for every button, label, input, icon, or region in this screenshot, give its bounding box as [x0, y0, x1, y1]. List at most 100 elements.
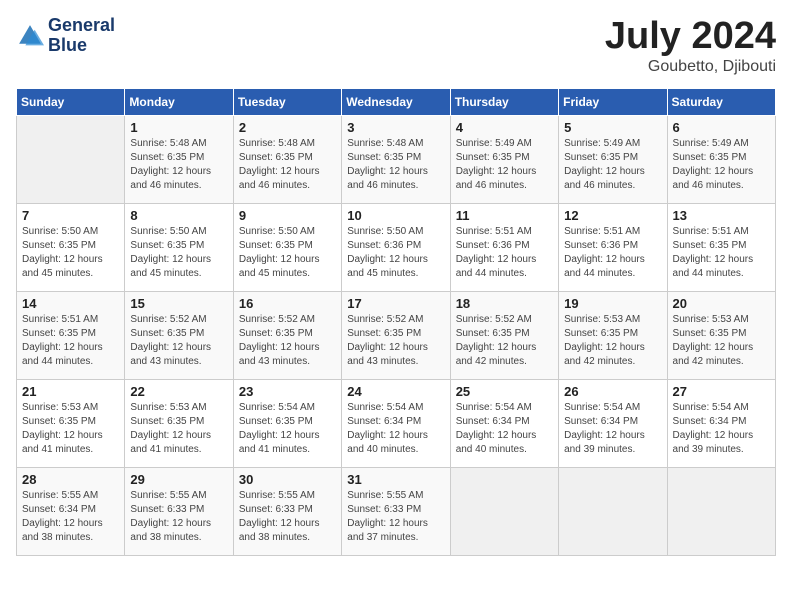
logo-text: General Blue	[48, 16, 115, 56]
day-number: 29	[130, 472, 227, 487]
calendar-cell: 9Sunrise: 5:50 AM Sunset: 6:35 PM Daylig…	[233, 203, 341, 291]
calendar-cell: 26 Sunrise: 5:54 AM Sunset: 6:34 PM Dayli…	[559, 379, 667, 467]
calendar-cell: 3Sunrise: 5:48 AM Sunset: 6:35 PM Daylig…	[342, 115, 450, 203]
calendar-cell: 14 Sunrise: 5:51 AM Sunset: 6:35 PM Dayli…	[17, 291, 125, 379]
weekday-header: Wednesday	[342, 88, 450, 115]
logo-icon	[16, 22, 44, 50]
weekday-header: Saturday	[667, 88, 775, 115]
calendar-table: SundayMondayTuesdayWednesdayThursdayFrid…	[16, 88, 776, 556]
day-info: Sunrise: 5:48 AM Sunset: 6:35 PM Dayligh…	[130, 137, 227, 193]
day-info: Sunrise: 5:54 AM Sunset: 6:34 PM Dayligh…	[456, 401, 553, 457]
day-number: 20	[673, 296, 770, 311]
day-number: 22	[130, 384, 227, 399]
weekday-header: Sunday	[17, 88, 125, 115]
day-number: 21	[22, 384, 119, 399]
day-number: 18	[456, 296, 553, 311]
day-info: Sunrise: 5:49 AM Sunset: 6:35 PM Dayligh…	[673, 137, 770, 193]
logo: General Blue	[16, 16, 115, 56]
calendar-cell	[450, 467, 558, 555]
calendar-cell: 25 Sunrise: 5:54 AM Sunset: 6:34 PM Dayli…	[450, 379, 558, 467]
calendar-cell: 4 Sunrise: 5:49 AM Sunset: 6:35 PM Daylig…	[450, 115, 558, 203]
day-info: Sunrise: 5:49 AM Sunset: 6:35 PM Dayligh…	[564, 137, 661, 193]
day-number: 12	[564, 208, 661, 223]
day-info: Sunrise: 5:53 AM Sunset: 6:35 PM Dayligh…	[130, 401, 227, 457]
day-info: Sunrise: 5:48 AM Sunset: 6:35 PM Dayligh…	[347, 137, 444, 193]
title-block: July 2024 Goubetto, Djibouti	[605, 16, 776, 76]
calendar-week-row: 28 Sunrise: 5:55 AM Sunset: 6:34 PM Dayli…	[17, 467, 776, 555]
calendar-cell: 6 Sunrise: 5:49 AM Sunset: 6:35 PM Daylig…	[667, 115, 775, 203]
calendar-cell	[17, 115, 125, 203]
day-info: Sunrise: 5:55 AM Sunset: 6:34 PM Dayligh…	[22, 489, 119, 545]
day-info: Sunrise: 5:54 AM Sunset: 6:34 PM Dayligh…	[673, 401, 770, 457]
month-title: July 2024	[605, 16, 776, 58]
day-number: 24	[347, 384, 444, 399]
day-info: Sunrise: 5:50 AM Sunset: 6:35 PM Dayligh…	[130, 225, 227, 281]
day-number: 31	[347, 472, 444, 487]
calendar-cell: 19 Sunrise: 5:53 AM Sunset: 6:35 PM Dayli…	[559, 291, 667, 379]
weekday-header: Tuesday	[233, 88, 341, 115]
calendar-cell: 7Sunrise: 5:50 AM Sunset: 6:35 PM Daylig…	[17, 203, 125, 291]
calendar-cell: 20 Sunrise: 5:53 AM Sunset: 6:35 PM Dayli…	[667, 291, 775, 379]
weekday-header: Thursday	[450, 88, 558, 115]
day-number: 6	[673, 120, 770, 135]
day-number: 11	[456, 208, 553, 223]
day-info: Sunrise: 5:54 AM Sunset: 6:34 PM Dayligh…	[564, 401, 661, 457]
day-number: 13	[673, 208, 770, 223]
day-number: 5	[564, 120, 661, 135]
calendar-cell: 31 Sunrise: 5:55 AM Sunset: 6:33 PM Dayli…	[342, 467, 450, 555]
day-info: Sunrise: 5:51 AM Sunset: 6:36 PM Dayligh…	[456, 225, 553, 281]
day-info: Sunrise: 5:51 AM Sunset: 6:35 PM Dayligh…	[22, 313, 119, 369]
day-number: 23	[239, 384, 336, 399]
calendar-cell: 21 Sunrise: 5:53 AM Sunset: 6:35 PM Dayli…	[17, 379, 125, 467]
day-number: 26	[564, 384, 661, 399]
day-info: Sunrise: 5:51 AM Sunset: 6:36 PM Dayligh…	[564, 225, 661, 281]
day-number: 8	[130, 208, 227, 223]
weekday-header: Monday	[125, 88, 233, 115]
day-number: 15	[130, 296, 227, 311]
calendar-cell: 2Sunrise: 5:48 AM Sunset: 6:35 PM Daylig…	[233, 115, 341, 203]
weekday-header: Friday	[559, 88, 667, 115]
day-number: 14	[22, 296, 119, 311]
day-info: Sunrise: 5:54 AM Sunset: 6:35 PM Dayligh…	[239, 401, 336, 457]
calendar-week-row: 21 Sunrise: 5:53 AM Sunset: 6:35 PM Dayli…	[17, 379, 776, 467]
day-info: Sunrise: 5:55 AM Sunset: 6:33 PM Dayligh…	[347, 489, 444, 545]
calendar-cell	[667, 467, 775, 555]
day-info: Sunrise: 5:53 AM Sunset: 6:35 PM Dayligh…	[22, 401, 119, 457]
calendar-week-row: 1 Sunrise: 5:48 AM Sunset: 6:35 PM Daylig…	[17, 115, 776, 203]
calendar-cell: 1 Sunrise: 5:48 AM Sunset: 6:35 PM Daylig…	[125, 115, 233, 203]
calendar-header: SundayMondayTuesdayWednesdayThursdayFrid…	[17, 88, 776, 115]
calendar-cell: 15 Sunrise: 5:52 AM Sunset: 6:35 PM Dayli…	[125, 291, 233, 379]
calendar-cell: 10 Sunrise: 5:50 AM Sunset: 6:36 PM Dayli…	[342, 203, 450, 291]
calendar-week-row: 7Sunrise: 5:50 AM Sunset: 6:35 PM Daylig…	[17, 203, 776, 291]
calendar-cell: 22 Sunrise: 5:53 AM Sunset: 6:35 PM Dayli…	[125, 379, 233, 467]
day-info: Sunrise: 5:50 AM Sunset: 6:35 PM Dayligh…	[239, 225, 336, 281]
day-number: 4	[456, 120, 553, 135]
day-number: 25	[456, 384, 553, 399]
day-number: 10	[347, 208, 444, 223]
day-info: Sunrise: 5:53 AM Sunset: 6:35 PM Dayligh…	[564, 313, 661, 369]
day-number: 16	[239, 296, 336, 311]
calendar-cell: 27Sunrise: 5:54 AM Sunset: 6:34 PM Dayli…	[667, 379, 775, 467]
day-number: 30	[239, 472, 336, 487]
day-info: Sunrise: 5:49 AM Sunset: 6:35 PM Dayligh…	[456, 137, 553, 193]
day-number: 17	[347, 296, 444, 311]
day-number: 1	[130, 120, 227, 135]
calendar-week-row: 14 Sunrise: 5:51 AM Sunset: 6:35 PM Dayli…	[17, 291, 776, 379]
calendar-cell: 18Sunrise: 5:52 AM Sunset: 6:35 PM Dayli…	[450, 291, 558, 379]
day-info: Sunrise: 5:51 AM Sunset: 6:35 PM Dayligh…	[673, 225, 770, 281]
day-number: 2	[239, 120, 336, 135]
day-number: 28	[22, 472, 119, 487]
calendar-cell: 13 Sunrise: 5:51 AM Sunset: 6:35 PM Dayli…	[667, 203, 775, 291]
calendar-cell: 8 Sunrise: 5:50 AM Sunset: 6:35 PM Daylig…	[125, 203, 233, 291]
weekday-row: SundayMondayTuesdayWednesdayThursdayFrid…	[17, 88, 776, 115]
calendar-cell: 30 Sunrise: 5:55 AM Sunset: 6:33 PM Dayli…	[233, 467, 341, 555]
day-number: 19	[564, 296, 661, 311]
calendar-cell: 5 Sunrise: 5:49 AM Sunset: 6:35 PM Daylig…	[559, 115, 667, 203]
day-info: Sunrise: 5:50 AM Sunset: 6:36 PM Dayligh…	[347, 225, 444, 281]
day-info: Sunrise: 5:55 AM Sunset: 6:33 PM Dayligh…	[239, 489, 336, 545]
calendar-cell: 11 Sunrise: 5:51 AM Sunset: 6:36 PM Dayli…	[450, 203, 558, 291]
day-info: Sunrise: 5:52 AM Sunset: 6:35 PM Dayligh…	[130, 313, 227, 369]
day-info: Sunrise: 5:53 AM Sunset: 6:35 PM Dayligh…	[673, 313, 770, 369]
calendar-cell: 28 Sunrise: 5:55 AM Sunset: 6:34 PM Dayli…	[17, 467, 125, 555]
calendar-cell: 29Sunrise: 5:55 AM Sunset: 6:33 PM Dayli…	[125, 467, 233, 555]
